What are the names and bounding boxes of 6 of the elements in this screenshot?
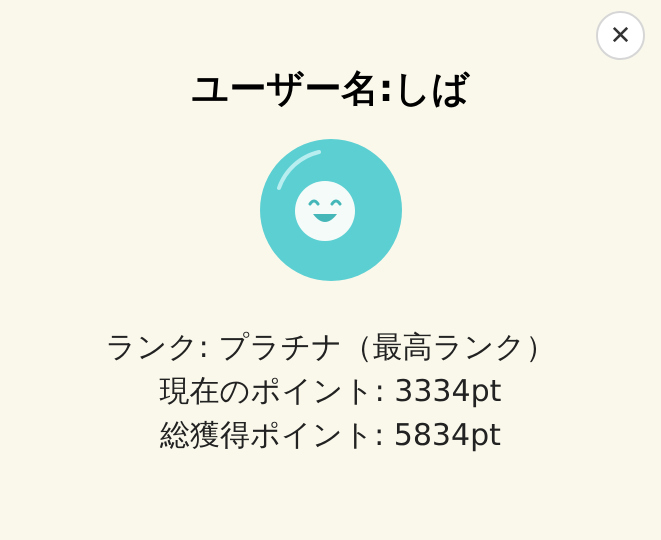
smiley-face-icon (258, 138, 402, 282)
info-text: 現在のポイント: 3334pt (160, 373, 502, 412)
user-name-title: ユーザー名:しば (192, 66, 470, 112)
info-text: 総獲得ポイント: 5834pt (160, 417, 501, 456)
close-button[interactable]: ✕ (596, 11, 645, 60)
info-text: ランク: プラチナ（最高ランク） (106, 329, 556, 368)
